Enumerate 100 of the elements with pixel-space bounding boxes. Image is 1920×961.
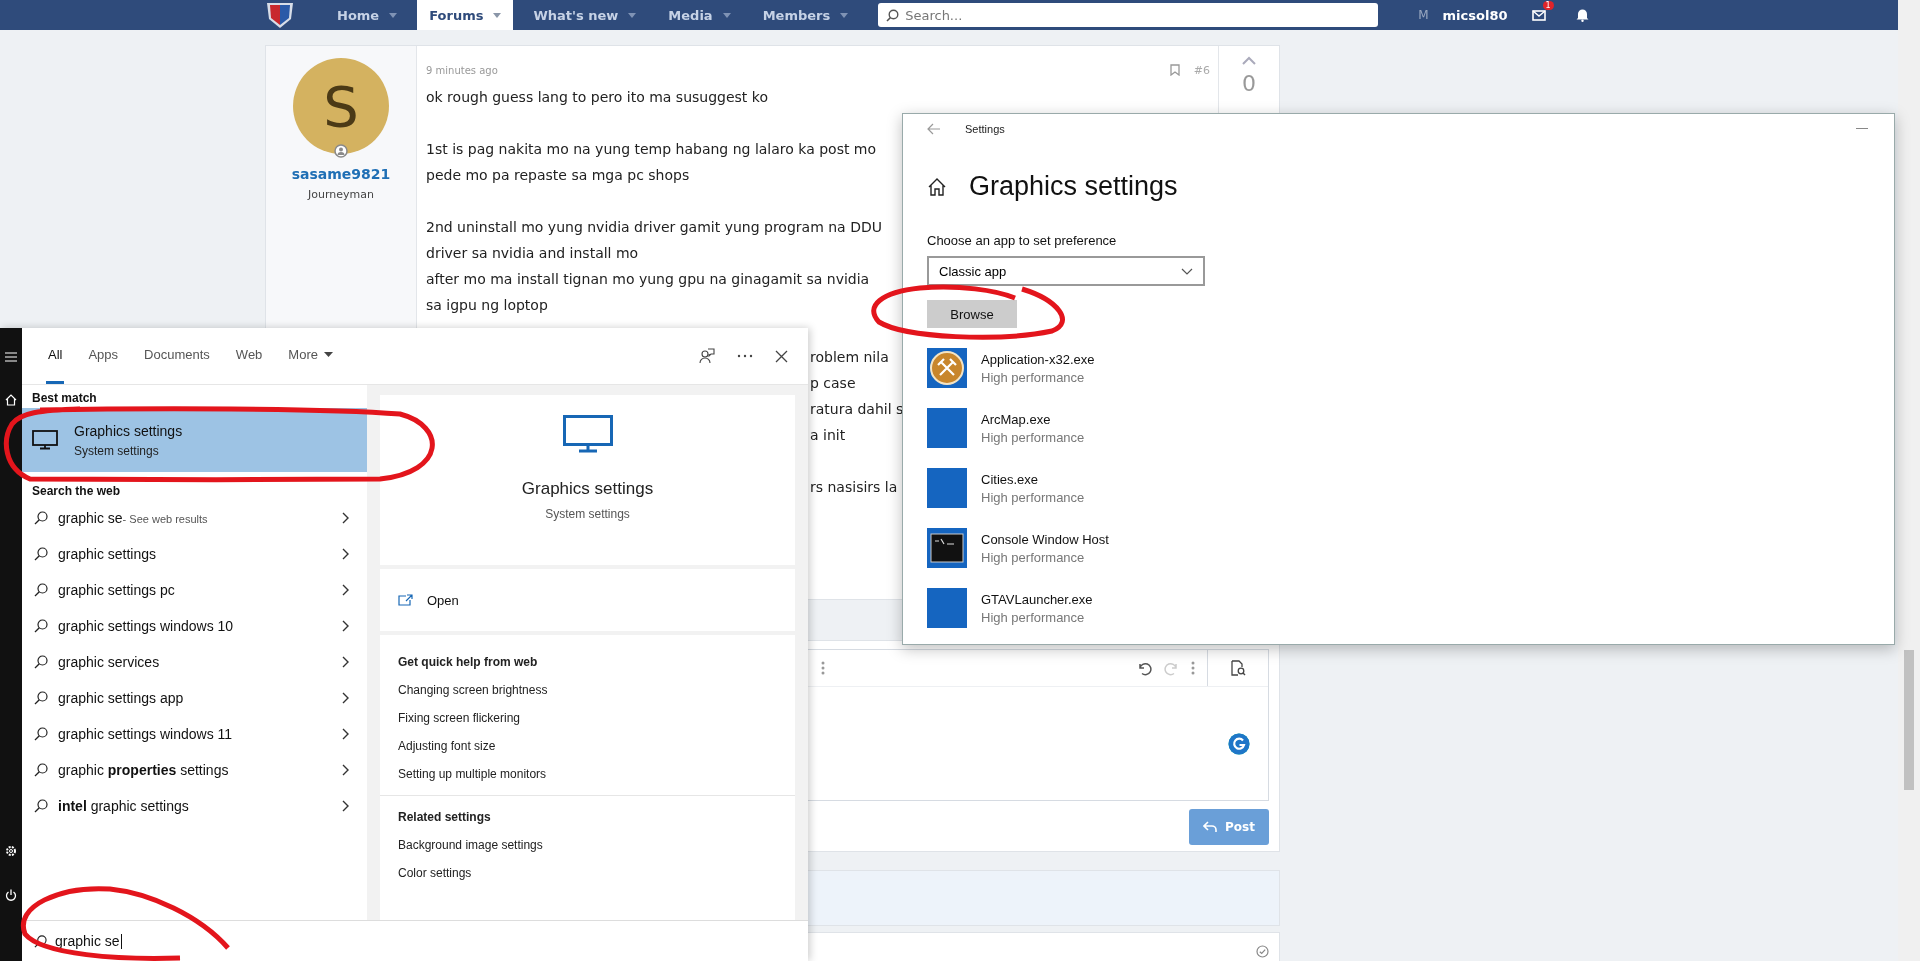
nav-tab[interactable]: Media	[656, 0, 743, 30]
app-name: ArcMap.exe	[981, 411, 1052, 427]
search-icon	[34, 583, 48, 597]
web-suggestion[interactable]: graphic settings	[22, 536, 367, 572]
web-suggestion[interactable]: graphic properties settings	[22, 752, 367, 788]
username-link[interactable]: sasame9821	[291, 166, 391, 182]
settings-icon[interactable]	[5, 845, 17, 857]
nav-tab[interactable]: Home	[325, 0, 410, 30]
browse-button[interactable]: Browse	[927, 300, 1017, 328]
scrollbar-thumb[interactable]	[1904, 650, 1914, 790]
app-list-item[interactable]: GTAVLauncher.exe High performance	[927, 588, 1093, 628]
search-field[interactable]: Search...	[878, 3, 1379, 27]
post-text-line: ok rough guess lang to pero ito ma susuggest ko	[426, 88, 768, 107]
help-link[interactable]: Changing screen brightness	[398, 683, 777, 697]
home-icon[interactable]	[927, 176, 947, 197]
nav-tab[interactable]: What's new	[521, 0, 649, 30]
nav-tab[interactable]: Forums	[417, 0, 514, 30]
search-icon	[34, 511, 48, 525]
chevron-right-icon	[342, 512, 349, 524]
web-suggestion[interactable]: graphic settings pc	[22, 572, 367, 608]
username-link[interactable]: micsol80	[1442, 7, 1508, 23]
app-gpu-preference: High performance	[981, 429, 1085, 445]
app-name: Application-x32.exe	[981, 351, 1095, 367]
avatar[interactable]: S	[293, 58, 389, 154]
bell-icon[interactable]	[1575, 8, 1589, 22]
search-icon	[34, 619, 48, 633]
user-initial[interactable]: M	[1418, 8, 1429, 22]
settings-link[interactable]: Background image settings	[398, 838, 777, 852]
post-text-line: driver sa nvidia and install mo	[426, 244, 639, 263]
field-label: Choose an app to set preference	[927, 233, 1117, 248]
post-text-line: after mo ma install tignan mo yung gpu na ginagamit sa nvidia	[426, 270, 870, 289]
minimize-icon[interactable]	[1856, 128, 1868, 130]
app-list-item[interactable]: Application-x32.exe High performance	[927, 348, 1095, 388]
app-name: GTAVLauncher.exe	[981, 591, 1093, 607]
web-suggestion[interactable]: graphic settings windows 11	[22, 716, 367, 752]
post-text-line: ratura dahil s	[810, 400, 904, 419]
app-list-item[interactable]: Cities.exe High performance	[927, 468, 1085, 508]
search-tab[interactable]: Documents	[142, 328, 212, 384]
search-tab[interactable]: All	[46, 328, 65, 384]
post-text-line: a init	[810, 426, 846, 445]
menu-icon[interactable]	[5, 352, 17, 362]
app-icon	[927, 468, 967, 508]
close-icon[interactable]	[775, 349, 788, 363]
app-type-dropdown[interactable]: Classic app	[927, 256, 1205, 286]
web-suggestion[interactable]: intel graphic settings	[22, 788, 367, 824]
console-app-icon	[927, 528, 967, 568]
more-icon[interactable]	[737, 354, 753, 358]
shield-logo-icon[interactable]	[265, 1, 295, 29]
web-suggestion[interactable]: graphic settings app	[22, 680, 367, 716]
search-icon	[34, 727, 48, 741]
back-icon[interactable]	[927, 123, 941, 135]
help-link[interactable]: Setting up multiple monitors	[398, 767, 777, 781]
web-suggestion[interactable]: graphic services	[22, 644, 367, 680]
web-suggestion[interactable]: graphic se- See web results	[22, 500, 367, 536]
help-link[interactable]: Fixing screen flickering	[398, 711, 777, 725]
search-tab[interactable]: Web	[233, 328, 265, 384]
chevron-right-icon	[342, 800, 349, 812]
bookmark-icon[interactable]	[1169, 64, 1180, 76]
app-icon	[927, 588, 967, 628]
preview-title: Graphics settings	[521, 479, 654, 499]
monitor-icon	[32, 430, 58, 450]
help-link[interactable]: Adjusting font size	[398, 739, 777, 753]
user-status-icon	[334, 144, 348, 158]
undo-icon[interactable]	[1137, 660, 1152, 676]
preview-subtitle: System settings	[545, 507, 630, 521]
search-icon	[34, 655, 48, 669]
mail-icon[interactable]	[1531, 9, 1546, 21]
post-text-line: 2nd uninstall mo yung nvidia driver gamit yung program na DDU	[426, 218, 882, 237]
post-text-line: pede mo pa repaste sa mga pc shops	[426, 166, 690, 185]
best-match-item[interactable]: Graphics settings System settings	[22, 408, 367, 472]
settings-link[interactable]: Color settings	[398, 866, 777, 880]
post-text-line: roblem nila	[810, 348, 889, 367]
chevron-right-icon	[342, 548, 349, 560]
post-text-line: rs nasisirs la	[810, 478, 898, 497]
open-action[interactable]: Open	[398, 592, 459, 608]
section-header: Best match	[31, 390, 98, 407]
grammar-assistant-icon[interactable]	[1228, 732, 1250, 755]
more-vertical-icon[interactable]	[821, 661, 825, 675]
search-tab[interactable]: More	[286, 328, 335, 384]
web-suggestion[interactable]: graphic settings windows 10	[22, 608, 367, 644]
app-list-item[interactable]: ArcMap.exe High performance	[927, 408, 1085, 448]
caret-icon	[389, 12, 398, 18]
user-title: Journeyman	[308, 188, 374, 201]
chevron-down-icon	[1181, 267, 1193, 275]
app-icon	[927, 408, 967, 448]
search-icon	[34, 934, 47, 948]
app-name: Console Window Host	[981, 531, 1109, 547]
nav-tab[interactable]: Members	[750, 0, 861, 30]
check-circle-icon	[1256, 945, 1269, 958]
feedback-icon[interactable]	[699, 348, 715, 364]
app-name: Cities.exe	[981, 471, 1040, 487]
chevron-right-icon	[342, 728, 349, 740]
power-icon[interactable]	[5, 889, 17, 901]
app-list-item[interactable]: Console Window Host High performance	[927, 528, 1109, 568]
preview-icon[interactable]	[1230, 660, 1246, 676]
search-icon	[34, 763, 48, 777]
search-tab[interactable]: Apps	[86, 328, 121, 384]
post-text-line: 1st is pag nakita mo na yung temp habang ng lalaro ka post mo	[426, 140, 877, 159]
search-icon	[34, 547, 48, 561]
more-vertical-icon[interactable]	[1191, 661, 1195, 675]
